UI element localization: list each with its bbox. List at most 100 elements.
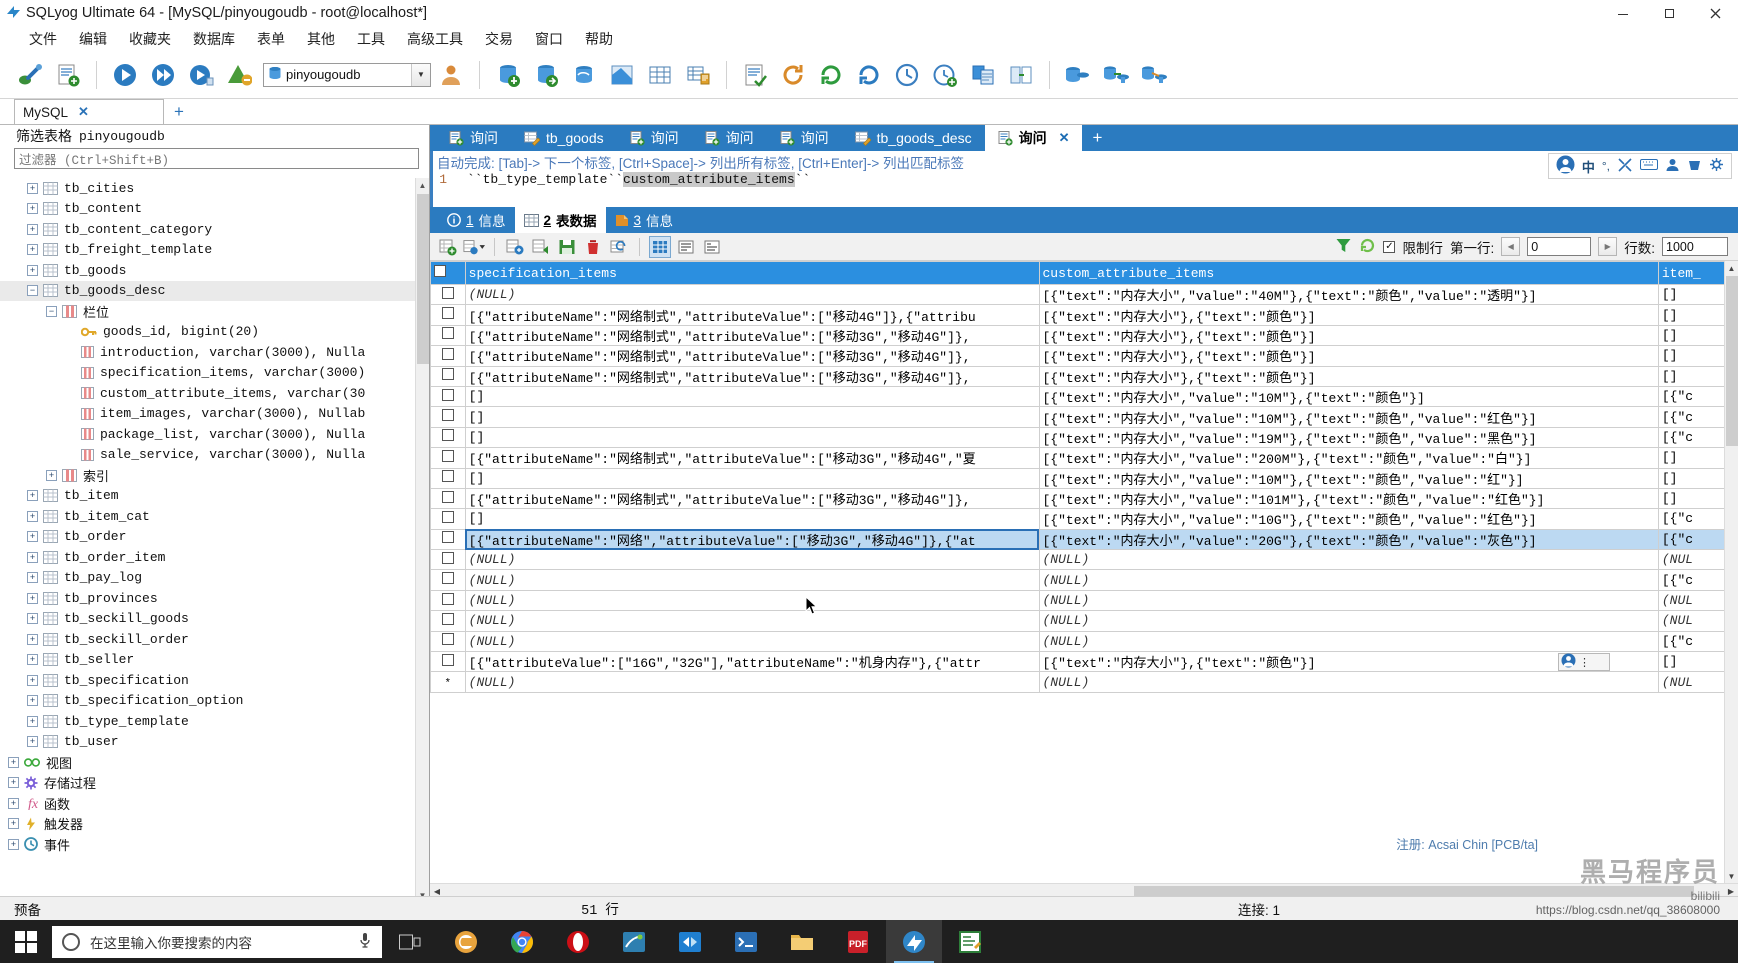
table-cell[interactable]: [] — [464, 406, 1040, 428]
first-row-input[interactable]: 0 — [1527, 237, 1592, 256]
expand-toggle-icon[interactable]: + — [27, 244, 38, 256]
expand-toggle-icon[interactable]: + — [27, 592, 38, 604]
sql-text[interactable]: ``tb_type_template``custom_attribute_ite… — [467, 172, 810, 187]
table-row[interactable]: [{"attributeValue":["16G","32G"],"attrib… — [430, 651, 1724, 673]
expand-toggle-icon[interactable]: + — [46, 469, 57, 481]
collapse-toggle-icon[interactable]: − — [46, 305, 57, 317]
table-row[interactable]: (NULL) (NULL) (NUL — [430, 589, 1724, 612]
table-cell[interactable]: (NULL) — [1038, 610, 1659, 632]
tree-node[interactable]: + tb_item_cat — [0, 506, 415, 527]
execute-all-queries-icon[interactable] — [145, 57, 181, 93]
ime-settings-icon[interactable] — [1709, 157, 1724, 175]
table-cell[interactable]: [{"c — [1657, 426, 1724, 449]
sync-database-icon[interactable] — [566, 57, 602, 93]
table-row[interactable]: [{"attributeName":"网络制式","attributeValue… — [430, 487, 1724, 510]
query-tab[interactable]: 询问 — [692, 125, 767, 151]
table-row[interactable]: [{"attributeName":"网络","attributeValue":… — [430, 528, 1724, 551]
table-cell[interactable]: [{"text":"内存大小","value":"101M"},{"text":… — [1038, 487, 1659, 510]
row-checkbox[interactable] — [441, 409, 454, 422]
grid-h-track[interactable] — [444, 885, 1724, 897]
filter-input[interactable]: 过滤器 (Ctrl+Shift+B) — [14, 148, 419, 169]
table-cell[interactable]: [{"c — [1657, 630, 1724, 653]
row-selector-cell[interactable] — [430, 345, 466, 367]
tree-node[interactable]: + tb_item — [0, 486, 415, 507]
table-cell[interactable]: (NULL) — [1038, 630, 1659, 653]
new-query-tab-button[interactable]: + — [1082, 125, 1112, 151]
table-cell[interactable]: [{"text":"内存大小","value":"10M"},{"text":"… — [1038, 406, 1659, 428]
ime-user-icon[interactable] — [1665, 157, 1680, 175]
select-all-checkbox[interactable] — [434, 265, 446, 277]
expand-toggle-icon[interactable]: + — [27, 264, 38, 276]
expand-toggle-icon[interactable]: + — [27, 203, 38, 215]
table-cell[interactable]: [{"attributeName":"网络制式","attributeValue… — [464, 447, 1040, 469]
row-selector-cell[interactable] — [430, 651, 466, 673]
result-tab-bar[interactable]: 1 信息 2 表数据 3 信息 — [430, 207, 1738, 233]
object-tree[interactable]: + tb_cities + tb_content + tb_content_categor… — [0, 178, 415, 902]
table-cell[interactable]: (NULL) — [464, 671, 1040, 693]
expand-toggle-icon[interactable]: + — [8, 838, 19, 850]
execute-query-icon[interactable] — [107, 57, 143, 93]
tree-node[interactable]: specification_items, varchar(3000) — [0, 363, 415, 384]
table-cell[interactable]: [{"text":"内存大小"},{"text":"颜色"}] — [1038, 304, 1659, 326]
table-cell[interactable]: [{"text":"内存大小","value":"20G"},{"text":"… — [1038, 528, 1659, 551]
restore-database-icon[interactable] — [528, 57, 564, 93]
table-cell[interactable]: [{"attributeName":"网络制式","attributeValue… — [464, 487, 1040, 510]
row-selector-cell[interactable] — [430, 283, 466, 306]
table-row[interactable]: [{"attributeName":"网络制式","attributeValue… — [430, 324, 1724, 347]
query-tab[interactable]: 询问 — [436, 125, 511, 151]
close-icon[interactable]: ✕ — [78, 104, 89, 120]
taskbar-item-xshell[interactable] — [718, 920, 774, 963]
table-row[interactable]: [{"attributeName":"网络制式","attributeValue… — [430, 345, 1724, 367]
table-row[interactable]: [] [{"text":"内存大小","value":"10M"},{"text"… — [430, 385, 1724, 408]
tree-node[interactable]: + 视图 — [0, 752, 415, 773]
tree-node[interactable]: + tb_content — [0, 199, 415, 220]
row-count-input[interactable]: 1000 — [1662, 237, 1728, 256]
chevron-down-icon[interactable]: ▼ — [411, 63, 430, 86]
maximize-button[interactable] — [1646, 0, 1692, 27]
close-button[interactable] — [1692, 0, 1738, 27]
result-tab[interactable]: 3 信息 — [606, 207, 683, 233]
table-cell[interactable]: [{"text":"内存大小","value":"10M"},{"text":"… — [1038, 467, 1659, 489]
expand-toggle-icon[interactable]: + — [27, 551, 38, 563]
menu-file[interactable]: 文件 — [18, 29, 68, 49]
table-cell[interactable]: [{"c — [1657, 385, 1724, 408]
tree-node[interactable]: item_images, varchar(3000), Nullab — [0, 404, 415, 425]
first-row-next-button[interactable]: ▶ — [1598, 237, 1618, 256]
refresh-blue-icon[interactable] — [851, 57, 887, 93]
tree-node[interactable]: custom_attribute_items, varchar(30 — [0, 383, 415, 404]
table-cell[interactable]: (NUL — [1657, 589, 1724, 612]
save-changes-icon[interactable] — [556, 236, 578, 258]
table-cell[interactable]: [{"text":"内存大小"},{"text":"颜色"}] — [1038, 365, 1659, 387]
table-row[interactable]: * (NULL) (NULL) (NUL — [430, 671, 1724, 693]
table-cell[interactable]: (NULL) — [1038, 549, 1659, 571]
result-tab[interactable]: 2 表数据 — [514, 207, 606, 233]
tree-node[interactable]: + tb_goods — [0, 260, 415, 281]
table-cell[interactable]: [{"text":"内存大小","value":"10M"},{"text":"… — [1038, 385, 1659, 408]
cell-editor-avatar-icon[interactable] — [1561, 653, 1576, 671]
table-cell[interactable]: (NULL) — [464, 610, 1040, 632]
table-cell[interactable]: [] — [1657, 651, 1724, 673]
table-cell[interactable]: [] — [1657, 345, 1724, 367]
tree-node[interactable]: + 触发器 — [0, 814, 415, 835]
row-checkbox[interactable] — [441, 592, 454, 605]
grid-h-thumb[interactable] — [1134, 885, 1694, 897]
table-cell[interactable]: [] — [1657, 447, 1724, 469]
row-selector-cell[interactable] — [430, 549, 466, 571]
stop-query-icon[interactable] — [221, 57, 257, 93]
expand-toggle-icon[interactable]: + — [8, 777, 19, 789]
cell-editor-more-icon[interactable]: ⋮ — [1579, 656, 1590, 669]
table-cell[interactable]: [] — [1657, 324, 1724, 347]
refresh-object-browser-icon[interactable] — [775, 57, 811, 93]
row-checkbox[interactable] — [441, 612, 454, 625]
microphone-icon[interactable] — [358, 932, 372, 951]
menu-powertools[interactable]: 高级工具 — [396, 29, 474, 49]
table-row[interactable]: [] [{"text":"内存大小","value":"10M"},{"text"… — [430, 406, 1724, 428]
form-view-icon[interactable] — [675, 236, 697, 258]
table-cell[interactable]: [{"attributeName":"网络制式","attributeValue… — [464, 324, 1040, 347]
column-header[interactable]: item_ — [1657, 261, 1724, 285]
ime-tools-icon[interactable] — [1617, 157, 1633, 175]
cell-editor-popup[interactable]: ⋮ — [1558, 653, 1610, 671]
new-connection-icon[interactable] — [12, 57, 48, 93]
sql-line[interactable]: 1 ``tb_type_template``custom_attribute_i… — [433, 172, 1738, 187]
new-connection-tab-button[interactable]: + — [174, 102, 184, 122]
